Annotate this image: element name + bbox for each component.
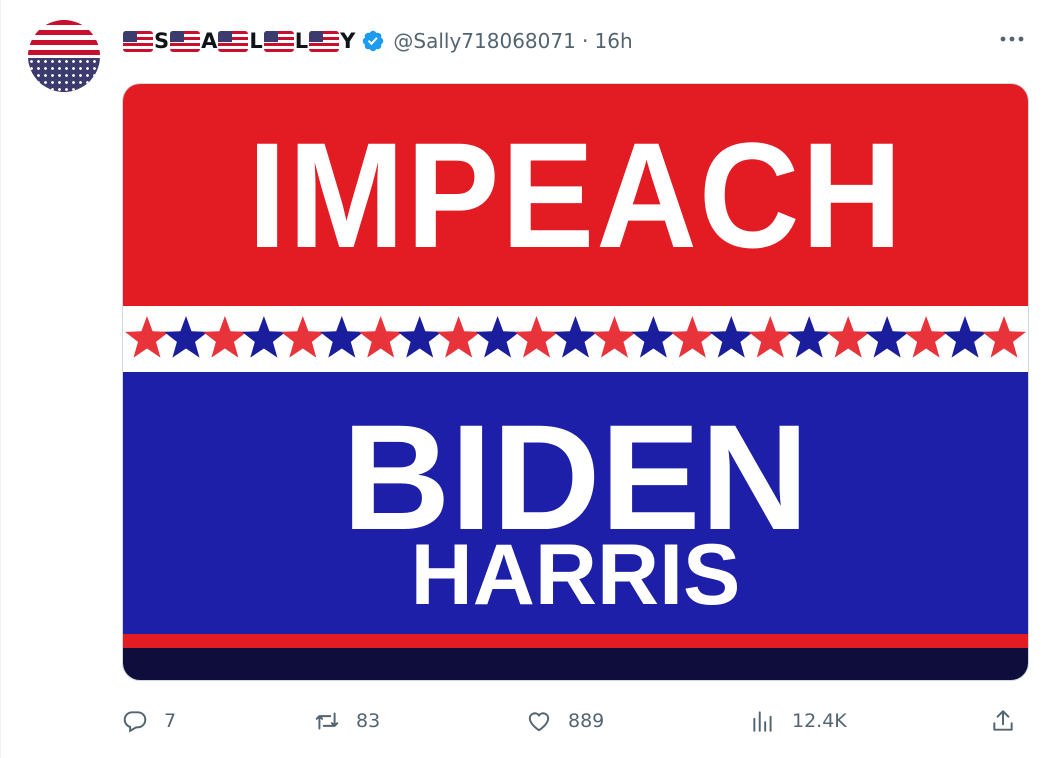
display-name-letter: A <box>201 29 218 53</box>
image-star <box>242 316 286 358</box>
display-name-letter: Y <box>340 29 356 53</box>
retweet-button[interactable]: 83 <box>314 700 380 742</box>
tweet-image[interactable]: IMPEACH BIDEN HARRIS <box>122 83 1029 681</box>
avatar[interactable] <box>28 20 100 92</box>
image-text-impeach: IMPEACH <box>247 111 904 279</box>
like-button[interactable]: 889 <box>526 700 604 742</box>
image-blue-banner: BIDEN HARRIS <box>123 372 1028 634</box>
us-flag-icon <box>309 30 340 52</box>
like-count: 889 <box>568 710 605 732</box>
image-star <box>904 316 948 358</box>
display-name[interactable]: S A L L Y <box>122 29 355 53</box>
display-name-letter: S <box>154 29 170 53</box>
heart-icon <box>528 712 550 732</box>
retweet-count: 83 <box>356 710 381 732</box>
image-star <box>475 316 520 358</box>
image-star <box>943 316 987 358</box>
image-text-harris: HARRIS <box>410 527 741 623</box>
timeline-border <box>0 0 1 758</box>
views-icon <box>753 711 772 732</box>
image-star <box>787 316 832 358</box>
avatar-flag-canton <box>28 58 100 92</box>
timestamp[interactable]: 16h <box>595 29 633 53</box>
image-star <box>358 316 403 358</box>
share-button[interactable] <box>990 700 1032 742</box>
image-star <box>164 316 208 358</box>
image-star <box>748 316 793 358</box>
reply-count: 7 <box>164 710 177 732</box>
us-flag-icon <box>123 30 153 52</box>
image-star-band <box>123 306 1028 372</box>
image-navy-stripe <box>123 648 1028 680</box>
image-star <box>982 316 1026 358</box>
display-name-letter: L <box>249 29 263 53</box>
image-star <box>397 316 442 358</box>
image-star <box>826 316 871 358</box>
image-star <box>125 316 169 358</box>
image-star <box>203 316 247 358</box>
display-name-letter: L <box>294 29 309 53</box>
image-red-banner: IMPEACH <box>123 84 1028 306</box>
image-star <box>709 316 754 358</box>
image-red-stripe <box>123 634 1028 648</box>
image-star <box>670 316 715 358</box>
image-star <box>514 316 559 358</box>
verified-badge-icon <box>363 30 384 52</box>
image-star <box>592 316 637 358</box>
image-star <box>319 316 364 358</box>
us-flag-icon <box>170 30 201 52</box>
views-count: 12.4K <box>792 710 847 732</box>
reply-icon <box>123 711 147 733</box>
reply-button[interactable]: 7 <box>122 700 176 742</box>
image-star <box>436 316 481 358</box>
user-handle[interactable]: @Sally718068071 <box>393 29 575 53</box>
image-star <box>865 316 909 358</box>
image-star <box>280 316 325 358</box>
tweet-action-bar: 7 83 889 12.4K <box>122 700 1027 742</box>
separator: · <box>581 29 589 53</box>
retweet-icon <box>315 712 339 730</box>
image-star <box>553 316 598 358</box>
views-button[interactable]: 12.4K <box>750 700 847 742</box>
more-options-icon[interactable] <box>998 28 1026 50</box>
image-star <box>631 316 676 358</box>
tweet-header: S A L L Y @Sally718068071 · 16h <box>122 24 1026 58</box>
share-icon <box>993 710 1013 731</box>
us-flag-icon <box>263 30 294 52</box>
us-flag-icon <box>218 30 249 52</box>
